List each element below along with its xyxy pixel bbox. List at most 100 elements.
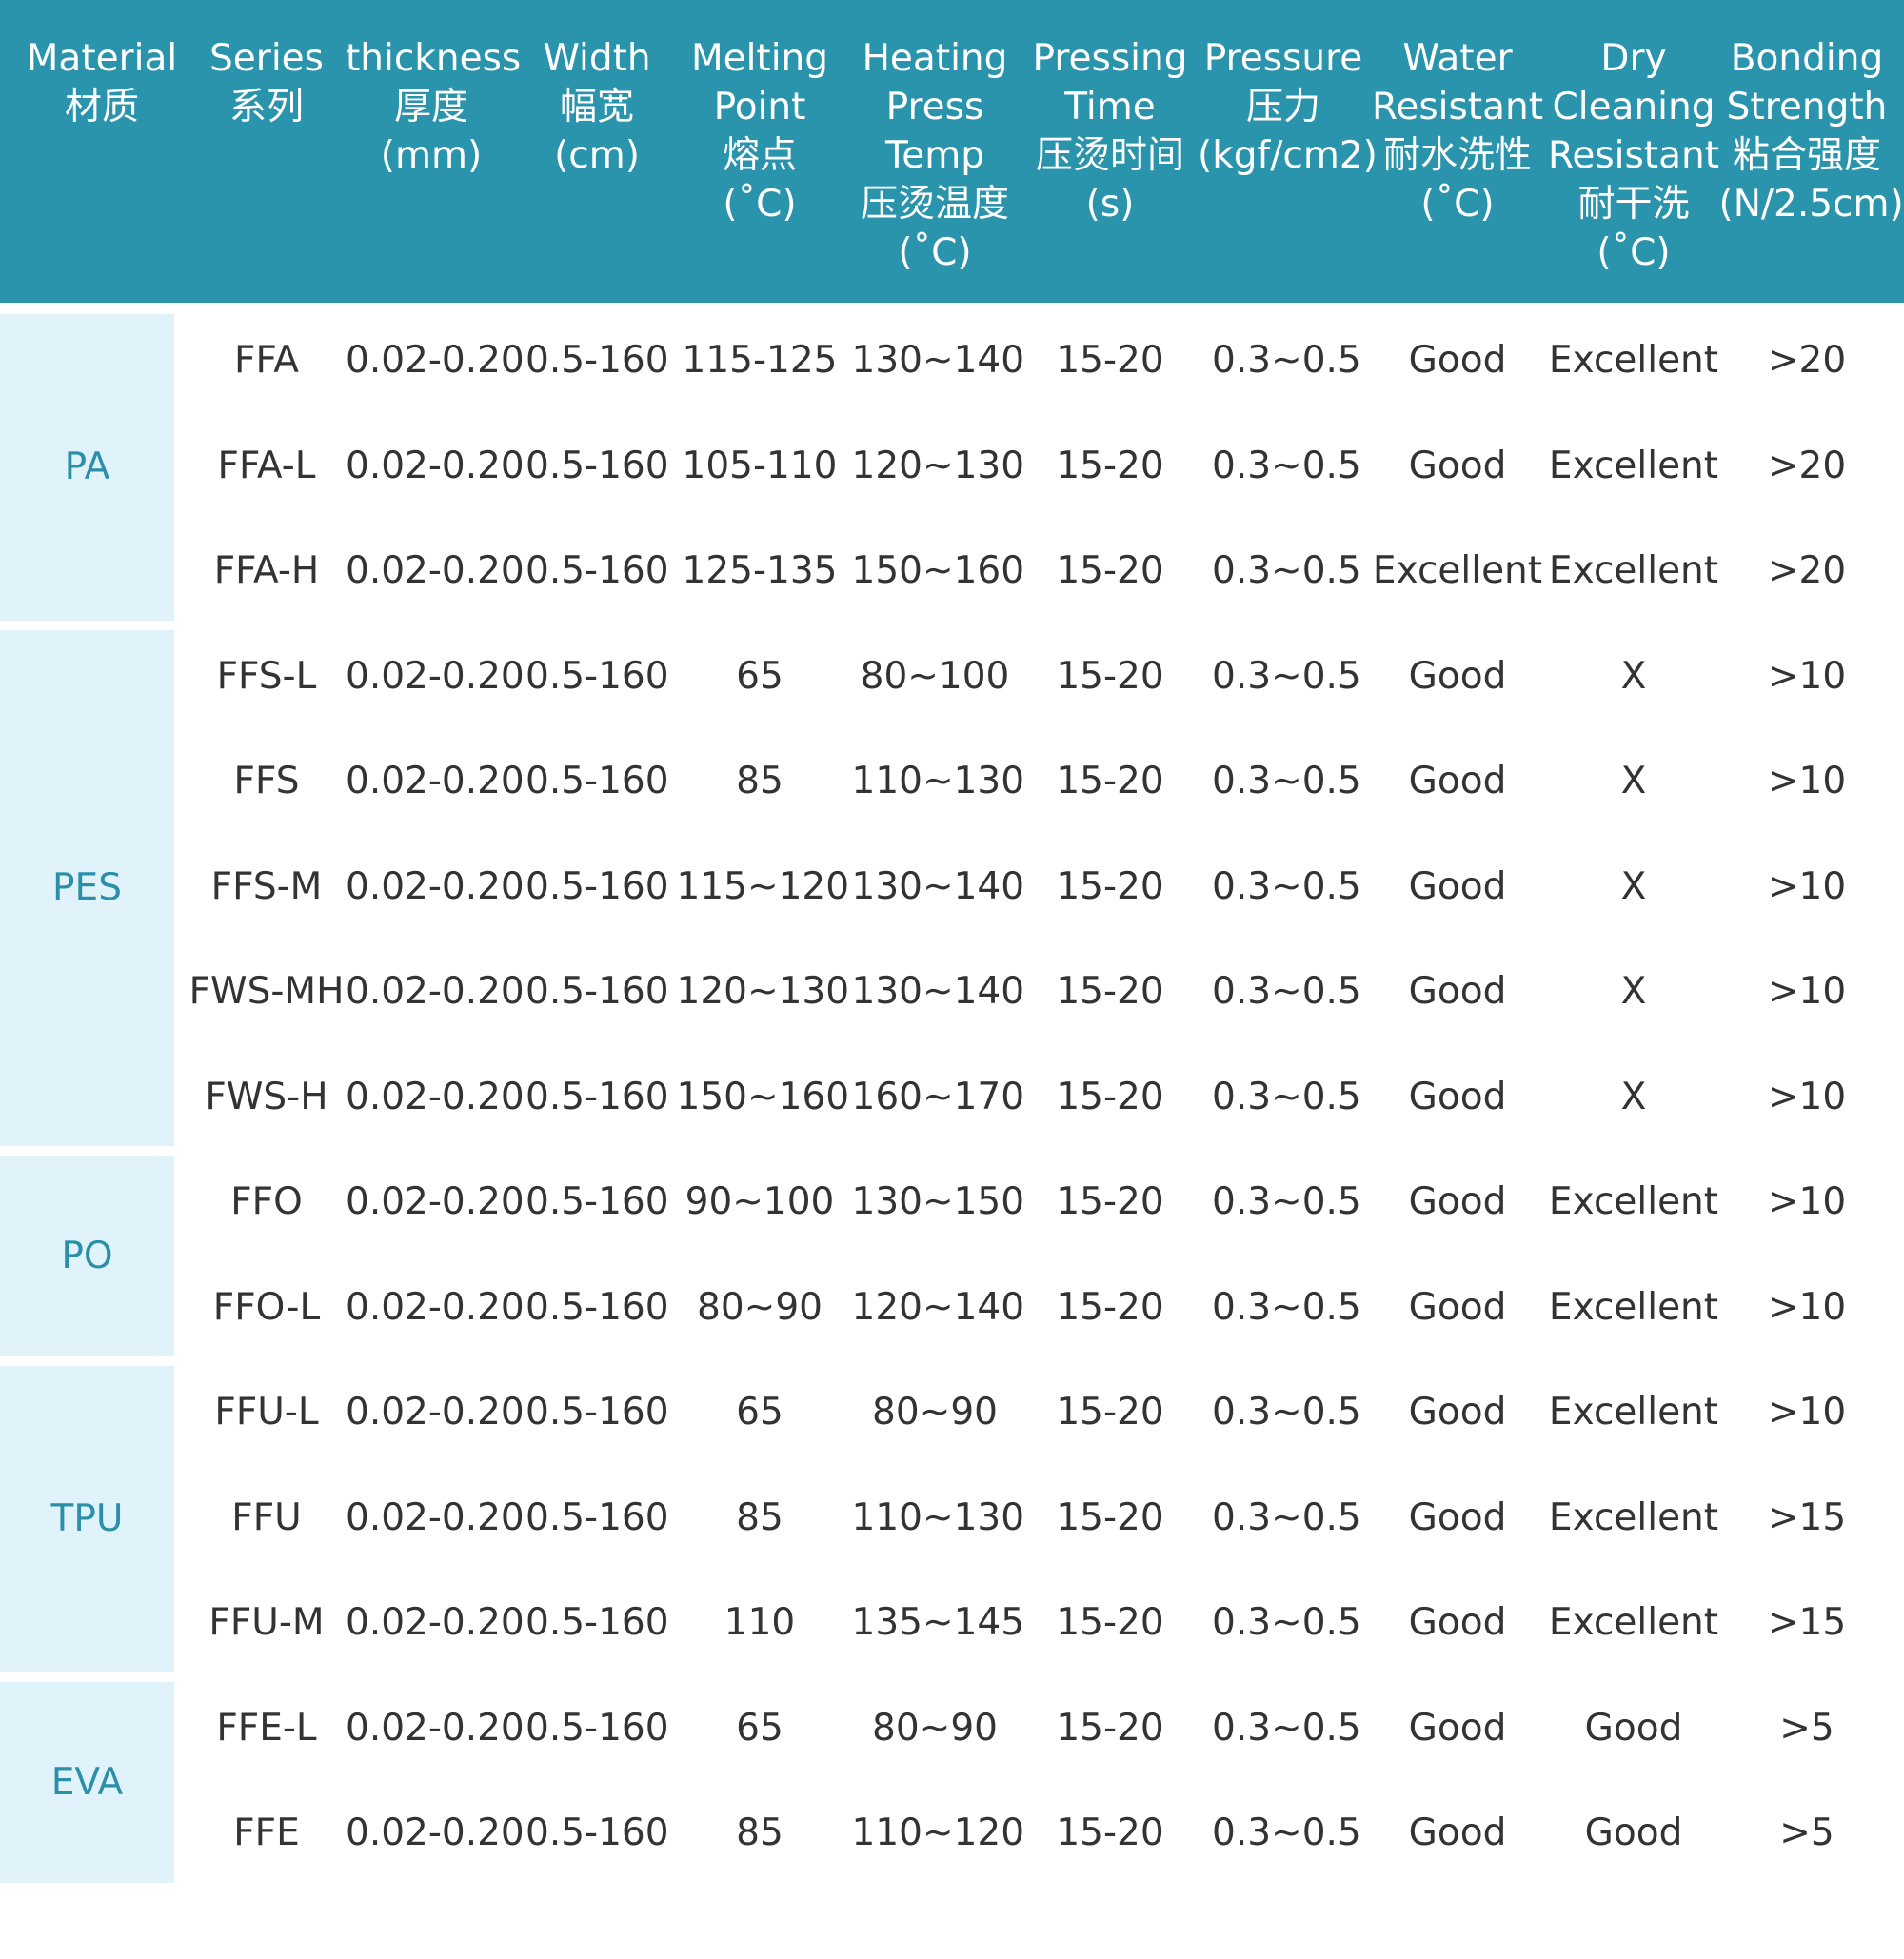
table-cell: 120~130 — [676, 970, 850, 1014]
table-cell: X — [1620, 1075, 1647, 1118]
table-cell: 80~90 — [872, 1391, 998, 1435]
table-cell: 0.02-0.20 — [346, 1391, 525, 1435]
table-cell: 110 — [724, 1601, 796, 1645]
table-cell: Good — [1408, 1706, 1507, 1750]
column-header: Pressure 压力 (kgf/cm2) — [1198, 37, 1378, 177]
spec-table: Material 材质 Series 系列 thickness 厚度 (mm) Wid… — [0, 0, 1904, 1959]
table-cell: >10 — [1767, 1391, 1847, 1435]
table-cell: 0.5-160 — [526, 1601, 669, 1645]
table-cell: 0.02-0.20 — [346, 444, 525, 487]
table-cell: 0.02-0.20 — [346, 1495, 525, 1539]
column-header: Material 材质 — [26, 37, 178, 129]
table-cell: Good — [1408, 1811, 1507, 1855]
table-cell: >10 — [1767, 1075, 1847, 1118]
table-cell: 0.5-160 — [526, 444, 669, 487]
table-cell: Excellent — [1372, 549, 1543, 593]
table-cell: 0.02-0.20 — [346, 1075, 525, 1118]
table-cell: 0.5-160 — [526, 864, 669, 908]
table-cell: 130~140 — [851, 970, 1025, 1014]
table-cell: 65 — [736, 654, 783, 698]
table-cell: FFA-L — [217, 444, 316, 487]
table-cell: 0.5-160 — [526, 1180, 669, 1224]
table-cell: 0.3~0.5 — [1212, 549, 1361, 593]
table-cell: 15-20 — [1056, 1391, 1164, 1435]
table-cell: X — [1620, 970, 1647, 1014]
table-cell: 0.3~0.5 — [1212, 1811, 1361, 1855]
table-cell: 15-20 — [1056, 549, 1164, 593]
table-cell: >5 — [1779, 1811, 1835, 1855]
table-cell: 0.5-160 — [526, 1285, 669, 1329]
table-cell: 110~130 — [851, 1495, 1025, 1539]
table-cell: X — [1620, 864, 1647, 908]
table-cell: Good — [1584, 1811, 1683, 1855]
table-cell: >20 — [1767, 549, 1847, 593]
table-cell: FFS-L — [216, 654, 317, 698]
table-cell: 120~130 — [851, 444, 1025, 487]
material-label: PES — [52, 866, 122, 910]
table-cell: Good — [1408, 760, 1507, 803]
table-cell: 15-20 — [1056, 1495, 1164, 1539]
table-cell: 0.3~0.5 — [1212, 1706, 1361, 1750]
table-cell: 115~120 — [676, 864, 850, 908]
table-cell: Good — [1408, 654, 1507, 698]
table-cell: 15-20 — [1056, 1285, 1164, 1329]
table-cell: FFS — [233, 760, 300, 803]
table-cell: 0.5-160 — [526, 654, 669, 698]
column-header: thickness 厚度 (mm) — [346, 37, 522, 177]
column-header: Series 系列 — [209, 37, 324, 129]
table-cell: 0.3~0.5 — [1212, 444, 1361, 487]
table-cell: >10 — [1767, 864, 1847, 908]
table-cell: 125-135 — [682, 549, 838, 593]
table-cell: 15-20 — [1056, 1075, 1164, 1118]
table-cell: 15-20 — [1056, 760, 1164, 803]
table-cell: 110~120 — [851, 1811, 1025, 1855]
table-cell: 135~145 — [851, 1601, 1025, 1645]
table-cell: 120~140 — [851, 1285, 1025, 1329]
table-cell: Good — [1408, 1180, 1507, 1224]
table-cell: FFO — [230, 1180, 303, 1224]
table-cell: 15-20 — [1056, 1706, 1164, 1750]
table-cell: Good — [1408, 1495, 1507, 1539]
table-cell: 130~140 — [851, 339, 1025, 383]
table-cell: 0.3~0.5 — [1212, 760, 1361, 803]
table-cell: 0.5-160 — [526, 970, 669, 1014]
table-cell: FFA-H — [213, 549, 320, 593]
material-group-cell: PA — [0, 314, 174, 621]
table-cell: Good — [1408, 1601, 1507, 1645]
column-header: Bonding Strength 粘合强度 (N/2.5cm) — [1718, 37, 1904, 226]
material-group-cell: PO — [0, 1156, 174, 1356]
table-cell: FWS-H — [205, 1075, 328, 1118]
table-cell: 80~100 — [860, 654, 1010, 698]
table-cell: 0.02-0.20 — [346, 864, 525, 908]
table-cell: Excellent — [1548, 1285, 1719, 1329]
table-cell: 80~90 — [872, 1706, 998, 1750]
table-cell: 0.3~0.5 — [1212, 1285, 1361, 1329]
table-cell: Good — [1408, 444, 1507, 487]
column-header: Water Resistant 耐水洗性 (˚C) — [1371, 37, 1543, 226]
table-cell: 85 — [736, 760, 783, 803]
material-group-cell: EVA — [0, 1681, 174, 1883]
material-label: PO — [61, 1235, 113, 1277]
table-cell: 0.02-0.20 — [346, 1811, 525, 1855]
table-cell: >15 — [1767, 1601, 1847, 1645]
column-header: Pressing Time 压烫时间 (s) — [1032, 37, 1188, 226]
table-header: Material 材质 Series 系列 thickness 厚度 (mm) Wid… — [0, 0, 1904, 303]
table-cell: 0.3~0.5 — [1212, 970, 1361, 1014]
table-cell: >20 — [1767, 444, 1847, 487]
table-cell: FFU-M — [208, 1601, 325, 1645]
table-cell: 80~90 — [697, 1285, 823, 1329]
table-cell: 0.3~0.5 — [1212, 1391, 1361, 1435]
table-cell: 0.02-0.20 — [346, 339, 525, 383]
table-cell: 0.02-0.20 — [346, 760, 525, 803]
table-cell: 85 — [736, 1811, 783, 1855]
table-cell: Good — [1584, 1706, 1683, 1750]
table-cell: 0.5-160 — [526, 1811, 669, 1855]
column-header: Width 幅宽 (cm) — [543, 37, 651, 177]
table-cell: Good — [1408, 339, 1507, 383]
table-cell: X — [1620, 760, 1647, 803]
table-cell: FFA — [234, 339, 299, 383]
table-cell: 160~170 — [851, 1075, 1025, 1118]
table-cell: 130~140 — [851, 864, 1025, 908]
material-label: TPU — [50, 1497, 124, 1541]
table-cell: Excellent — [1548, 1601, 1719, 1645]
